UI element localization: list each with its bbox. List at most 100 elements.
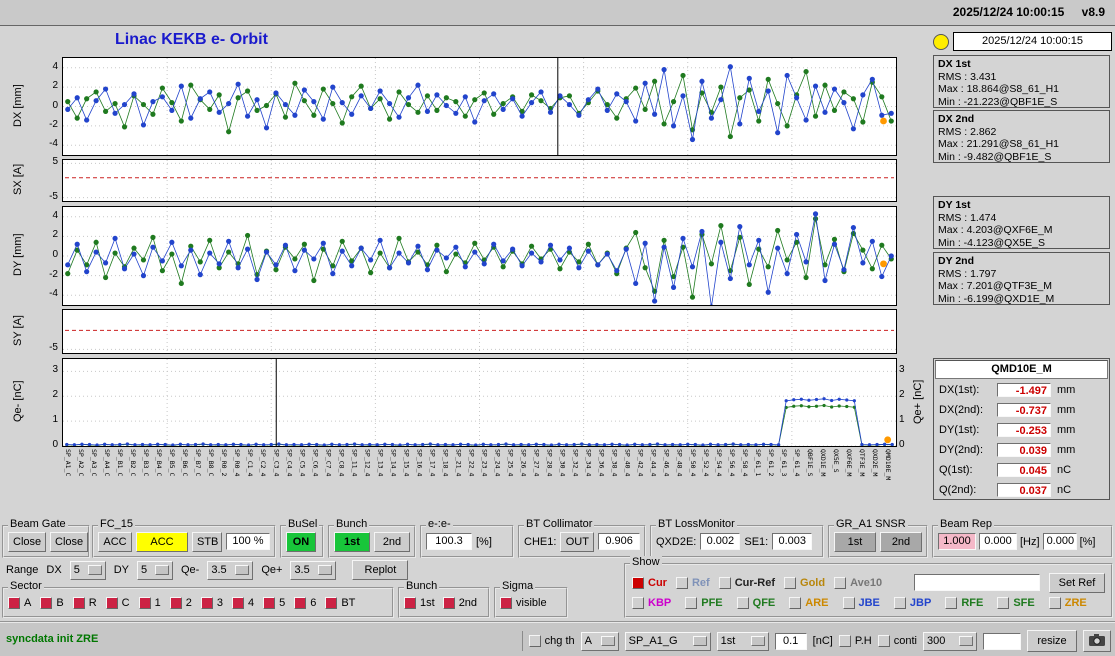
bunch-1st-button[interactable]: 1st: [334, 531, 370, 552]
sector-checkbox-5[interactable]: 5: [263, 596, 285, 609]
bpm-name-label: SP_B1_C: [116, 449, 125, 477]
bunch-2nd-button[interactable]: 2nd: [374, 531, 410, 552]
sector-checkbox-r[interactable]: R: [72, 596, 97, 609]
checkbox-icon: [877, 635, 890, 647]
sector-checkbox-1[interactable]: 1: [138, 596, 161, 609]
show-toggle-kbp[interactable]: KBP: [632, 596, 672, 609]
checkbox-icon: [72, 596, 85, 609]
bpm-name-label: QMD10E_M: [883, 449, 892, 481]
sigma-checkbox-label: visible: [516, 596, 547, 609]
show-toggle-label: Cur-Ref: [734, 576, 776, 589]
sigma-checkbox-visible[interactable]: visible: [500, 596, 547, 609]
show-toggle-jbe[interactable]: JBE: [842, 596, 880, 609]
stat-max: Max : 7.201@QTF3E_M: [938, 280, 1052, 292]
screenshot-button[interactable]: [1083, 630, 1111, 652]
monitor-row-label: DX(2nd):: [939, 404, 984, 416]
che1-out-button[interactable]: OUT: [560, 531, 595, 552]
y-axis-label-q: Qe- [nC]: [12, 380, 24, 423]
group-beam-gate: Beam Gate Close Close: [2, 516, 90, 558]
threshold-input[interactable]: [774, 632, 807, 650]
sector-checkbox-b[interactable]: B: [40, 596, 64, 609]
checkbox-icon: [500, 596, 512, 609]
show-toggle-label: KBP: [648, 596, 672, 609]
beam-gate-close-1-button[interactable]: Close: [8, 531, 46, 552]
fc15-acc-active-button[interactable]: ACC: [136, 531, 188, 552]
sector-checkbox-6[interactable]: 6: [294, 596, 317, 609]
beam-gate-close-2-button[interactable]: Close: [50, 531, 88, 552]
monitor-row-label: DY(2nd):: [939, 444, 984, 456]
show-toggle-pfe[interactable]: PFE: [685, 596, 723, 609]
bunch-select-dropdown[interactable]: 1st: [716, 631, 769, 651]
show-toggle-cur-ref[interactable]: Cur-Ref: [718, 576, 776, 589]
fc15-acc-button[interactable]: ACC: [98, 531, 132, 552]
sector-checkbox-c[interactable]: C: [105, 596, 130, 609]
y-tick-label: 4: [52, 209, 58, 221]
stat-box-dx-2nd: DX 2nd RMS : 2.862 Max : 21.291@S8_61_H1…: [933, 110, 1110, 163]
range-qe-plus-dropdown[interactable]: 3.5: [290, 560, 337, 580]
beam-rep-value-3: 0.000: [1042, 533, 1077, 550]
checkbox-icon: [1048, 596, 1061, 609]
bpm-name-label: SP_25_4: [506, 449, 515, 477]
bpm-name-label: SP_42_4: [636, 449, 645, 477]
bunch-checkbox-2nd[interactable]: 2nd: [442, 596, 477, 609]
sector-a-dropdown[interactable]: A: [580, 631, 619, 651]
sector-checkbox-bt[interactable]: BT: [325, 596, 355, 609]
bpm-monitor-box: QMD10E_M DX(1st): -1.497 mm DX(2nd): -0.737 m…: [933, 358, 1110, 500]
fc15-stb-button[interactable]: STB: [192, 531, 222, 552]
sector-checkbox-a[interactable]: A: [8, 596, 31, 609]
group-beam-rep: Beam Rep 1.000 0.000 [Hz] 0.000 [%]: [932, 516, 1113, 558]
show-toggle-gold[interactable]: Gold: [784, 576, 825, 589]
range-dy-dropdown[interactable]: 5: [136, 560, 173, 580]
y-tick-label: -4: [49, 288, 58, 300]
show-toggle-are[interactable]: ARE: [789, 596, 829, 609]
replot-button[interactable]: Replot: [352, 560, 409, 580]
ph-toggle[interactable]: P.H: [838, 635, 872, 647]
show-toggle-qfe[interactable]: QFE: [736, 596, 775, 609]
interval-dropdown[interactable]: 300: [923, 631, 977, 651]
show-toggle-label: Cur: [648, 576, 667, 589]
sector-checkbox-label: 6: [310, 596, 317, 609]
group-show: Show Cur Ref Cur-Ref Gold Ave10 Set Ref KBP P…: [624, 554, 1113, 618]
aux-input[interactable]: [983, 632, 1021, 650]
titlebar-datetime: 2025/12/24 10:00:15: [952, 5, 1065, 19]
monitor-row-value: 0.039: [997, 443, 1051, 457]
show-toggle-ref[interactable]: Ref: [675, 576, 710, 589]
bpm-name-label: SP_A3_C: [90, 449, 99, 477]
bpm-name-label: SP_40_4: [623, 449, 632, 477]
bpm-select-dropdown[interactable]: SP_A1_G: [624, 631, 711, 651]
sector-checkbox-3[interactable]: 3: [200, 596, 223, 609]
group-label-busel: BuSel: [286, 518, 320, 530]
bpm-name-label: QX5E_S: [831, 449, 840, 473]
chg-th-toggle[interactable]: chg th: [528, 635, 575, 647]
show-toggle-ave10[interactable]: Ave10: [834, 576, 882, 589]
group-gr-snsr: GR_A1 SNSR 1st 2nd: [828, 516, 928, 558]
show-toggle-zre[interactable]: ZRE: [1048, 596, 1087, 609]
bpm-name-label: SP_50_4: [688, 449, 697, 477]
show-toggle-jbp[interactable]: JBP: [893, 596, 931, 609]
conti-toggle[interactable]: conti: [877, 635, 917, 647]
show-toggle-cur[interactable]: Cur: [632, 576, 667, 589]
bunch-checkbox-1st[interactable]: 1st: [404, 596, 435, 609]
group-ee-ratio: e-:e- 100.3 [%]: [420, 516, 514, 558]
ref-name-input[interactable]: [914, 574, 1040, 591]
busel-on-button[interactable]: ON: [286, 531, 316, 552]
dropdown-arrow-icon: [959, 636, 973, 646]
range-qe-minus-dropdown[interactable]: 3.5: [207, 560, 254, 580]
sector-checkbox-2[interactable]: 2: [169, 596, 192, 609]
show-toggle-sfe[interactable]: SFE: [997, 596, 1035, 609]
resize-button[interactable]: resize: [1027, 630, 1077, 652]
page-title: Linac KEKB e- Orbit: [115, 31, 268, 48]
bpm-name-label: SP_C4_4: [285, 449, 294, 477]
bpm-name-label: SP_B6_C: [181, 449, 190, 477]
set-ref-button[interactable]: Set Ref: [1049, 572, 1105, 593]
sector-checkbox-4[interactable]: 4: [231, 596, 254, 609]
gr-snsr-2nd-button[interactable]: 2nd: [880, 531, 922, 552]
monitor-row-unit: nC: [1057, 484, 1072, 496]
bpm-name-label: QTF3E_M: [857, 449, 866, 477]
bpm-name-label: SP_61_4: [792, 449, 801, 477]
range-dx-dropdown[interactable]: 5: [69, 560, 106, 580]
range-label: Range: [6, 564, 39, 576]
monitor-row: DY(1st): -0.253 mm: [934, 420, 1109, 440]
gr-snsr-1st-button[interactable]: 1st: [834, 531, 876, 552]
show-toggle-rfe[interactable]: RFE: [945, 596, 983, 609]
